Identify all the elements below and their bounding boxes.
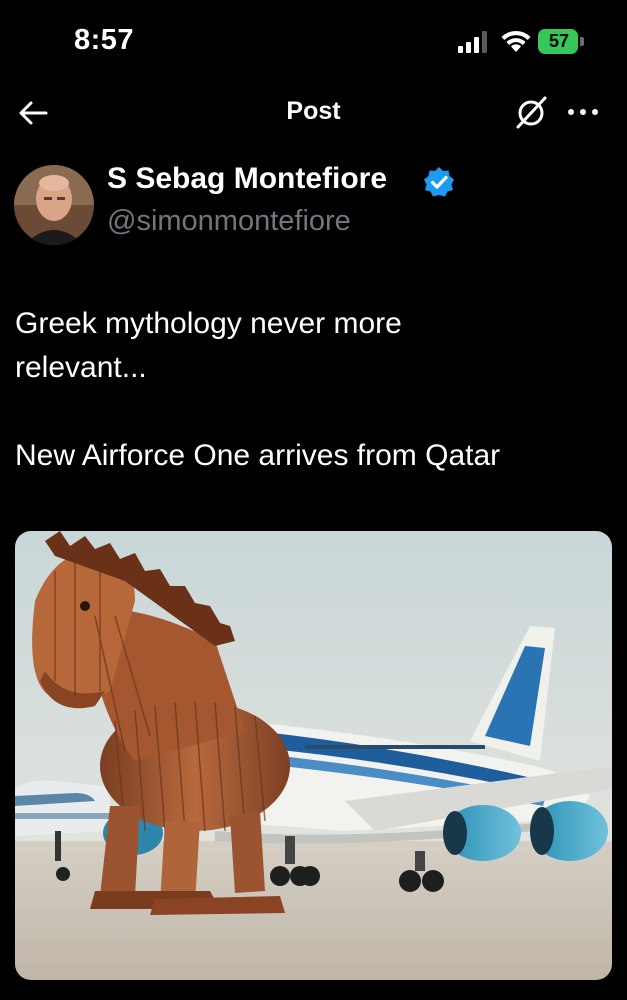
cellular-signal-icon: [458, 31, 487, 53]
author-name[interactable]: S Sebag Montefiore: [107, 162, 387, 196]
post-text: Greek mythology never more relevant... N…: [15, 302, 615, 478]
author-handle[interactable]: @simonmontefiore: [107, 205, 351, 238]
battery-indicator: 57: [538, 29, 586, 54]
post-text-line: New Airforce One arrives from Qatar: [15, 439, 501, 472]
battery-percent: 57: [548, 31, 570, 51]
author-avatar[interactable]: [14, 165, 94, 245]
post-text-line: relevant...: [15, 351, 147, 384]
status-bar: 8:57 57: [0, 0, 627, 86]
status-time: 8:57: [74, 24, 135, 56]
wifi-icon: [501, 30, 531, 52]
grok-icon[interactable]: [512, 93, 550, 131]
battery-cap: [580, 37, 584, 46]
post-nav-bar: Post: [0, 86, 627, 144]
post-media-image[interactable]: [15, 531, 612, 980]
more-options-icon[interactable]: [566, 102, 600, 122]
post-text-line: Greek mythology never more: [15, 307, 402, 340]
verified-badge-icon: [424, 167, 454, 197]
